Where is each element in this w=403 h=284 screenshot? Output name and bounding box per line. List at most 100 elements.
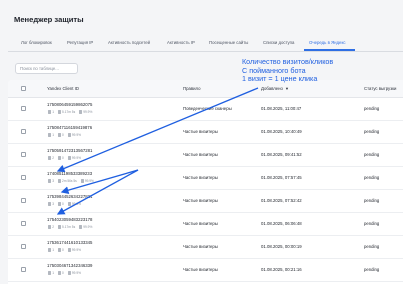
tab-bar: Лог блокировок Репутация IP Активность п… bbox=[8, 37, 403, 52]
rule-name: Частые визитеры bbox=[183, 175, 218, 180]
status-badge: pending bbox=[364, 129, 380, 134]
bot-score-icon bbox=[79, 110, 83, 114]
client-id: 1750591472313567281 bbox=[47, 148, 93, 153]
time-icon bbox=[57, 110, 62, 114]
table-row[interactable]: 1740851198533389233 3 2m 56s 5s 99.9% Ча… bbox=[8, 167, 403, 190]
session-time: 2m 56s 5s bbox=[62, 179, 77, 183]
rule-name: Частые визитеры bbox=[183, 152, 218, 157]
client-id: 1750806459159862075 bbox=[47, 102, 93, 107]
active-tab-indicator bbox=[304, 49, 355, 51]
visits-icon bbox=[48, 202, 52, 206]
yandex-queue-table: Yandex Client ID Правило Добавлено ▼ Ста… bbox=[8, 80, 403, 284]
tab-ip-activity[interactable]: Активность IP bbox=[167, 40, 195, 45]
row-checkbox[interactable] bbox=[21, 267, 26, 272]
row-checkbox[interactable] bbox=[21, 244, 26, 249]
bot-score: 99.9% bbox=[71, 133, 81, 137]
rule-name: Частые визитеры bbox=[183, 244, 218, 249]
status-badge: pending bbox=[364, 221, 380, 226]
row-checkbox[interactable] bbox=[21, 175, 26, 180]
added-date: 01.08.2025, 00:21:16 bbox=[261, 267, 302, 272]
bot-score-icon bbox=[67, 133, 71, 137]
tab-yandex-queue[interactable]: Очередь в Яндекс bbox=[309, 40, 346, 45]
header-export-status[interactable]: Статус выгрузки bbox=[364, 86, 396, 91]
session-time: 0 bbox=[62, 156, 64, 160]
bot-score-icon bbox=[67, 156, 71, 160]
page-title: Менеджер защиты bbox=[14, 15, 84, 24]
header-rule[interactable]: Правило bbox=[183, 86, 201, 91]
table-search-field[interactable] bbox=[15, 63, 78, 74]
header-added[interactable]: Добавлено bbox=[261, 86, 283, 91]
time-icon bbox=[57, 179, 62, 183]
tab-block-log[interactable]: Лог блокировок bbox=[21, 40, 52, 45]
tab-access-lists[interactable]: Списки доступа bbox=[263, 40, 294, 45]
row-checkbox[interactable] bbox=[21, 221, 26, 226]
table-row[interactable]: 1750591472313567281 2 0 99.9% Частые виз… bbox=[8, 144, 403, 167]
visit-count: 2 bbox=[52, 225, 54, 229]
bot-score: 99.9% bbox=[83, 225, 93, 229]
session-time: 0 bbox=[62, 271, 64, 275]
row-checkbox[interactable] bbox=[21, 106, 26, 111]
visits-icon bbox=[48, 225, 52, 229]
visit-count: 1 bbox=[52, 110, 54, 114]
status-badge: pending bbox=[364, 244, 380, 249]
status-badge: pending bbox=[364, 175, 380, 180]
visits-icon bbox=[48, 248, 52, 252]
added-date: 01.08.2025, 09:41:52 bbox=[261, 152, 302, 157]
row-stats: 1 5.17m 5s 99.9% bbox=[48, 110, 95, 115]
time-icon bbox=[57, 133, 62, 137]
row-stats: 2 0 99.9% bbox=[48, 156, 84, 161]
bot-score: 99.9% bbox=[71, 271, 81, 275]
row-stats: 3 2m 56s 5s 99.9% bbox=[48, 179, 97, 184]
table-row[interactable]: 1750304671342346339 1 0 99.9% Частые виз… bbox=[8, 259, 403, 282]
table-row[interactable]: 1750847116159419876 1 0 99.9% Частые виз… bbox=[8, 121, 403, 144]
bot-score-icon bbox=[67, 271, 71, 275]
added-date: 01.08.2025, 00:00:19 bbox=[261, 244, 302, 249]
client-id: 1740851198533389233 bbox=[47, 171, 93, 176]
client-id: 1753984452634227821 bbox=[47, 194, 93, 199]
table-row[interactable]: 1754023059483223178 2 5.17m 5s 99.9% Час… bbox=[8, 213, 403, 236]
added-date: 01.08.2025, 07:57:45 bbox=[261, 175, 302, 180]
select-all-checkbox[interactable] bbox=[21, 86, 26, 91]
status-badge: pending bbox=[364, 198, 380, 203]
bot-score: 99.9% bbox=[84, 179, 94, 183]
visit-count: 3 bbox=[52, 179, 54, 183]
annotation-line-3: 1 визит = 1 цене клика bbox=[242, 74, 318, 84]
status-badge: pending bbox=[364, 152, 380, 157]
table-search-input[interactable] bbox=[20, 66, 78, 71]
tab-visited-sites[interactable]: Посещенные сайты bbox=[209, 40, 248, 45]
sort-desc-icon[interactable]: ▼ bbox=[285, 86, 289, 91]
bot-score: 99.9% bbox=[71, 248, 81, 252]
header-client-id[interactable]: Yandex Client ID bbox=[47, 86, 79, 91]
visit-count: 1 bbox=[52, 133, 54, 137]
row-stats: 2 5.17m 5s 99.9% bbox=[48, 225, 95, 230]
tab-subnet-activity[interactable]: Активность подсетей bbox=[108, 40, 150, 45]
table-row[interactable]: 1750806459159862075 1 5.17m 5s 99.9% Пов… bbox=[8, 98, 403, 121]
visits-icon bbox=[48, 133, 52, 137]
table-row[interactable]: 1753984452634227821 3 0 99.9% Частые виз… bbox=[8, 190, 403, 213]
time-icon bbox=[57, 156, 62, 160]
added-date: 01.08.2025, 10:40:49 bbox=[261, 129, 302, 134]
bot-score-icon bbox=[67, 248, 71, 252]
session-time: 0 bbox=[62, 248, 64, 252]
rule-name: Частые визитеры bbox=[183, 267, 218, 272]
session-time: 0 bbox=[62, 202, 64, 206]
table-row[interactable]: 1753617441610133345 1 0 99.9% Частые виз… bbox=[8, 236, 403, 259]
tab-ip-reputation[interactable]: Репутация IP bbox=[67, 40, 93, 45]
row-checkbox[interactable] bbox=[21, 152, 26, 157]
row-checkbox[interactable] bbox=[21, 129, 26, 134]
visits-icon bbox=[48, 156, 52, 160]
visit-count: 1 bbox=[52, 271, 54, 275]
visits-icon bbox=[48, 271, 52, 275]
row-checkbox[interactable] bbox=[21, 198, 26, 203]
row-stats: 3 0 99.9% bbox=[48, 202, 84, 207]
session-time: 5.17m 5s bbox=[62, 225, 76, 229]
status-badge: pending bbox=[364, 106, 380, 111]
bot-score: 99.9% bbox=[83, 110, 93, 114]
added-date: 01.08.2025, 11:00:47 bbox=[261, 106, 302, 111]
client-id: 1750847116159419876 bbox=[47, 125, 93, 130]
client-id: 1754023059483223178 bbox=[47, 217, 93, 222]
time-icon bbox=[57, 202, 62, 206]
added-date: 01.08.2025, 07:52:42 bbox=[261, 198, 302, 203]
annotation-callout: Количество визитов/кликов С пойманного б… bbox=[242, 57, 402, 84]
visit-count: 3 bbox=[52, 202, 54, 206]
